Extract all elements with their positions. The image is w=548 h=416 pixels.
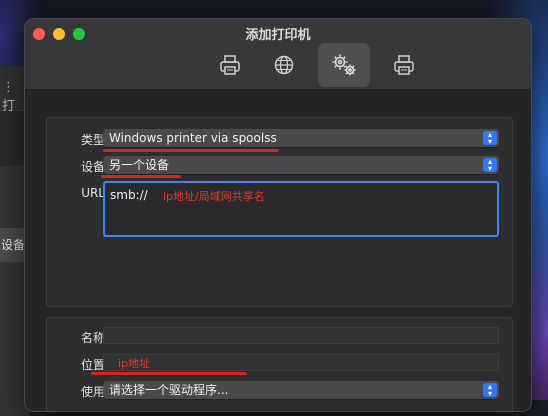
type-row: 类型： Windows printer via spoolss ▴ ▾ bbox=[47, 129, 512, 149]
title-bar: 添加打印机 bbox=[25, 19, 531, 90]
url-input[interactable]: smb:// ip地址/局域网共享名 bbox=[103, 181, 499, 237]
device-select-value: 另一个设备 bbox=[109, 158, 170, 172]
type-select[interactable]: Windows printer via spoolss ▴ ▾ bbox=[103, 129, 499, 147]
connection-panel: 类型： Windows printer via spoolss ▴ ▾ 设备： 另… bbox=[46, 117, 513, 307]
use-row: 使用： 请选择一个驱动程序... ▴ ▾ bbox=[47, 381, 512, 401]
device-select[interactable]: 另一个设备 ▴ ▾ bbox=[103, 156, 499, 174]
tab-advanced[interactable] bbox=[318, 43, 370, 87]
driver-select[interactable]: 请选择一个驱动程序... ▴ ▾ bbox=[103, 381, 499, 399]
annotation-underline-type bbox=[103, 149, 279, 152]
details-panel: 名称： 位置： ip地址 使用： 请选择一个驱动程序... ▴ ▾ bbox=[46, 317, 513, 411]
driver-select-value: 请选择一个驱动程序... bbox=[109, 383, 229, 397]
printer-icon bbox=[394, 55, 414, 75]
window-title: 添加打印机 bbox=[245, 28, 311, 43]
url-annotation: ip地址/局域网共享名 bbox=[163, 190, 265, 203]
annotation-underline-device bbox=[101, 175, 181, 178]
name-row: 名称： bbox=[47, 327, 512, 347]
type-select-value: Windows printer via spoolss bbox=[109, 131, 277, 145]
chevron-updown-icon: ▴ ▾ bbox=[483, 158, 497, 173]
window-content: 类型： Windows printer via spoolss ▴ ▾ 设备： 另… bbox=[25, 90, 531, 411]
annotation-underline-location bbox=[91, 372, 247, 375]
tab-ip-printer[interactable] bbox=[264, 45, 304, 85]
location-input[interactable]: ip地址 bbox=[103, 354, 499, 371]
printer-icon bbox=[220, 55, 240, 75]
gears-icon bbox=[332, 54, 356, 76]
globe-icon bbox=[274, 55, 294, 75]
name-input[interactable] bbox=[103, 327, 499, 344]
chevron-updown-icon: ▴ ▾ bbox=[483, 383, 497, 398]
tab-windows-printer[interactable] bbox=[384, 45, 424, 85]
tab-default-printer[interactable] bbox=[210, 45, 250, 85]
device-row: 设备： 另一个设备 ▴ ▾ bbox=[47, 156, 512, 176]
chevron-updown-icon: ▴ ▾ bbox=[483, 131, 497, 146]
add-printer-window: 添加打印机 类型： Windows printer via spoolss ▴ … bbox=[24, 18, 532, 412]
printer-type-toolbar bbox=[210, 43, 424, 87]
location-row: 位置： ip地址 bbox=[47, 354, 512, 374]
url-input-value: smb:// bbox=[110, 188, 148, 202]
location-annotation: ip地址 bbox=[118, 357, 151, 370]
